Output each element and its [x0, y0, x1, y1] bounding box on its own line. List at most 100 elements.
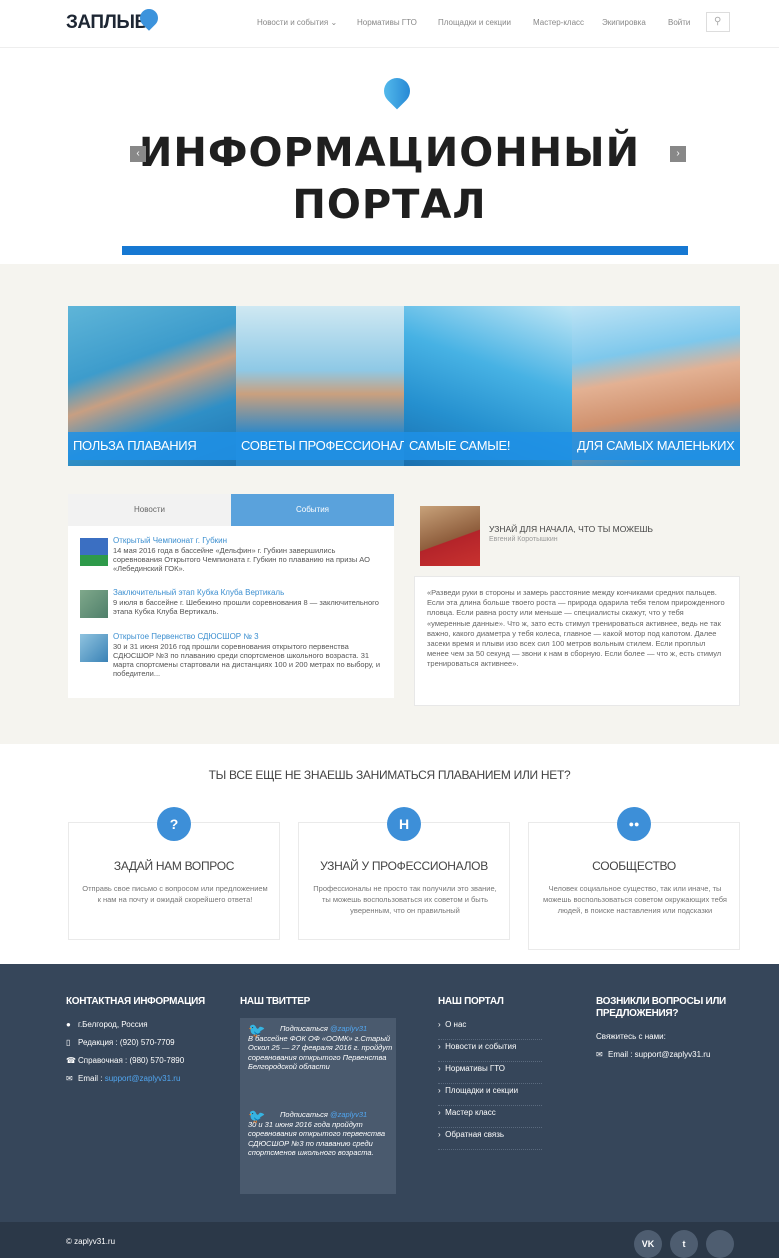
slider-prev-button[interactable]: ‹: [130, 146, 146, 162]
news-text: 30 и 31 июня 2016 год прошли соревновани…: [113, 642, 381, 678]
phone-icon: ▯: [66, 1038, 71, 1047]
footer-portal-heading: НАШ ПОРТАЛ: [438, 996, 504, 1007]
footer-link-news[interactable]: › Новости и события: [438, 1042, 542, 1062]
pro-icon: H: [387, 807, 421, 841]
news-panel: Новости События Открытый Чемпионат г. Гу…: [68, 494, 394, 698]
link-label: Обратная связь: [445, 1130, 505, 1139]
hero-accent-bar: [122, 246, 688, 255]
footer-link-gto[interactable]: › Нормативы ГТО: [438, 1064, 542, 1084]
envelope-icon: ✉: [596, 1050, 603, 1059]
swimmer-pin-icon: [378, 72, 416, 110]
copyright: © zaplyv31.ru: [66, 1237, 116, 1246]
footer-link-venues[interactable]: › Площадки и секции: [438, 1086, 542, 1106]
news-text: 9 июля в бассейне г. Шебекино прошли сор…: [113, 598, 379, 616]
editorial-text: Редакция : (920) 570-7709: [78, 1038, 175, 1047]
tweet-handle[interactable]: @zaplyv31: [330, 1024, 367, 1033]
news-thumb: [80, 634, 108, 662]
tile-for-kids[interactable]: ДЛЯ САМЫХ МАЛЕНЬКИХ: [572, 306, 740, 466]
tweet-handle[interactable]: @zaplyv31: [330, 1110, 367, 1119]
news-text: 14 мая 2016 года в бассейне «Дельфин» г.…: [113, 546, 370, 573]
quote-text: «Разведи руки в стороны и замерь расстоя…: [414, 576, 740, 706]
link-label: Новости и события: [445, 1042, 517, 1051]
tile-swimming-benefits[interactable]: ПОЛЬЗА ПЛАВАНИЯ: [68, 306, 236, 466]
news-thumb: [80, 538, 108, 566]
tile-label: ДЛЯ САМЫХ МАЛЕНЬКИХ: [572, 432, 740, 460]
handset-icon: ☎: [66, 1056, 76, 1065]
email-link[interactable]: support@zaplyv31.ru: [105, 1074, 181, 1083]
footer-twitter-heading: НАШ ТВИТТЕР: [240, 996, 311, 1007]
footer-email: ✉ Email : support@zaplyv31.ru: [66, 1074, 180, 1083]
category-tiles: ПОЛЬЗА ПЛАВАНИЯ СОВЕТЫ ПРОФЕССИОНАЛОВ СА…: [68, 306, 740, 466]
footer-link-about[interactable]: › О нас: [438, 1020, 542, 1040]
hero-title-line2: ПОРТАЛ: [292, 182, 487, 228]
help-text: Справочная : (980) 570-7890: [78, 1056, 185, 1065]
footer-bottom-bar: [0, 1222, 779, 1258]
news-title[interactable]: Заключительный этап Кубка Клуба Вертикал…: [113, 588, 284, 597]
nav-login[interactable]: Войти: [668, 18, 690, 27]
location-icon: ●: [66, 1020, 71, 1029]
section-heading: ТЫ ВСЕ ЕЩЕ НЕ ЗНАЕШЬ ЗАНИМАТЬСЯ ПЛАВАНИЕ…: [208, 768, 571, 782]
social-icon[interactable]: [706, 1230, 734, 1258]
footer-email-line[interactable]: ✉ Email : support@zaplyv31.ru: [596, 1050, 710, 1059]
footer-link-feedback[interactable]: › Обратная связь: [438, 1130, 542, 1150]
tab-events[interactable]: События: [231, 494, 394, 526]
footer-contact-heading: КОНТАКТНАЯ ИНФОРМАЦИЯ: [66, 996, 205, 1007]
news-thumb: [80, 590, 108, 618]
twitter-icon[interactable]: t: [670, 1230, 698, 1258]
link-label: Нормативы ГТО: [445, 1064, 505, 1073]
card-ask-question[interactable]: ? ЗАДАЙ НАМ ВОПРОС Отправь свое письмо с…: [68, 807, 280, 940]
tile-label: САМЫЕ САМЫЕ!: [404, 432, 572, 460]
news-title[interactable]: Открытое Первенство СДЮСШОР № 3: [113, 632, 259, 641]
card-text: Отправь свое письмо с вопросом или предл…: [82, 884, 268, 904]
news-title[interactable]: Открытый Чемпионат г. Губкин: [113, 536, 227, 545]
tile-best-of[interactable]: САМЫЕ САМЫЕ!: [404, 306, 572, 466]
card-title: СООБЩЕСТВО: [592, 859, 676, 873]
card-community[interactable]: ●● СООБЩЕСТВО Человек социальное существ…: [528, 807, 740, 950]
twitter-bird-icon: 🐦: [248, 1022, 266, 1038]
nav-news-events[interactable]: Новости и события ⌄: [257, 18, 337, 27]
envelope-icon: ✉: [66, 1074, 73, 1083]
footer-editorial-phone: ▯ Редакция : (920) 570-7709: [66, 1038, 175, 1047]
site-header: ЗАПЛЫВ Новости и события ⌄ Нормативы ГТО…: [0, 0, 779, 48]
card-title: ЗАДАЙ НАМ ВОПРОС: [113, 859, 235, 873]
card-title: УЗНАЙ У ПРОФЕССИОНАЛОВ: [320, 859, 488, 873]
quote-header: УЗНАЙ ДЛЯ НАЧАЛА, ЧТО ТЫ МОЖЕШЬ Евгений …: [420, 506, 740, 570]
hero-banner: ИНФОРМАЦИОННЫЙ ПОРТАЛ ‹ ›: [0, 48, 779, 264]
tweet-text: 30 и 31 июня 2016 года пройдут соревнова…: [248, 1119, 386, 1158]
footer-contact-us: Свяжитесь с нами:: [596, 1032, 666, 1041]
twitter-feed: 🐦 Подписаться @zaplyv31 В бассейне ФОК О…: [240, 1018, 396, 1194]
community-icon: ●●: [617, 807, 651, 841]
card-ask-pros[interactable]: H УЗНАЙ У ПРОФЕССИОНАЛОВ Профессионалы н…: [298, 807, 510, 940]
slider-next-button[interactable]: ›: [670, 146, 686, 162]
hero-title-line1: ИНФОРМАЦИОННЫЙ: [138, 130, 641, 176]
footer-help-phone: ☎ Справочная : (980) 570-7890: [66, 1056, 184, 1065]
link-label: О нас: [445, 1020, 467, 1029]
site-logo[interactable]: ЗАПЛЫВ: [66, 12, 148, 34]
nav-gto[interactable]: Нормативы ГТО: [357, 18, 417, 27]
vk-icon[interactable]: VK: [634, 1230, 662, 1258]
search-button[interactable]: ⚲: [706, 12, 730, 32]
tile-label: СОВЕТЫ ПРОФЕССИОНАЛОВ: [236, 432, 404, 460]
search-icon: ⚲: [714, 16, 722, 27]
footer-questions-heading-1: ВОЗНИКЛИ ВОПРОСЫ ИЛИ: [596, 996, 726, 1007]
question-icon: ?: [157, 807, 191, 841]
link-label: Мастер класс: [445, 1108, 496, 1117]
tweet: 🐦 Подписаться @zaplyv31 30 и 31 июня 201…: [248, 1109, 394, 1158]
nav-equipment[interactable]: Экипировка: [602, 18, 646, 27]
email-label: Email :: [78, 1074, 103, 1083]
tile-pro-tips[interactable]: СОВЕТЫ ПРОФЕССИОНАЛОВ: [236, 306, 404, 466]
tweet-follow[interactable]: Подписаться: [280, 1110, 328, 1119]
nav-masterclass[interactable]: Мастер-класс: [533, 18, 584, 27]
tile-label: ПОЛЬЗА ПЛАВАНИЯ: [68, 432, 236, 460]
nav-venues[interactable]: Площадки и секции: [438, 18, 511, 27]
tweet-follow[interactable]: Подписаться: [280, 1024, 328, 1033]
quote-author: Евгений Коротышкин: [489, 536, 558, 543]
card-text: Профессионалы не просто так получили это…: [313, 884, 497, 915]
tab-news[interactable]: Новости: [68, 494, 231, 526]
address-text: г.Белгород, Россия: [78, 1020, 148, 1029]
link-label: Площадки и секции: [445, 1086, 519, 1095]
footer-link-masterclass[interactable]: › Мастер класс: [438, 1108, 542, 1128]
quote-title: УЗНАЙ ДЛЯ НАЧАЛА, ЧТО ТЫ МОЖЕШЬ: [489, 524, 654, 534]
tweet: 🐦 Подписаться @zaplyv31 В бассейне ФОК О…: [248, 1022, 394, 1072]
email-line-text: Email : support@zaplyv31.ru: [608, 1050, 711, 1059]
